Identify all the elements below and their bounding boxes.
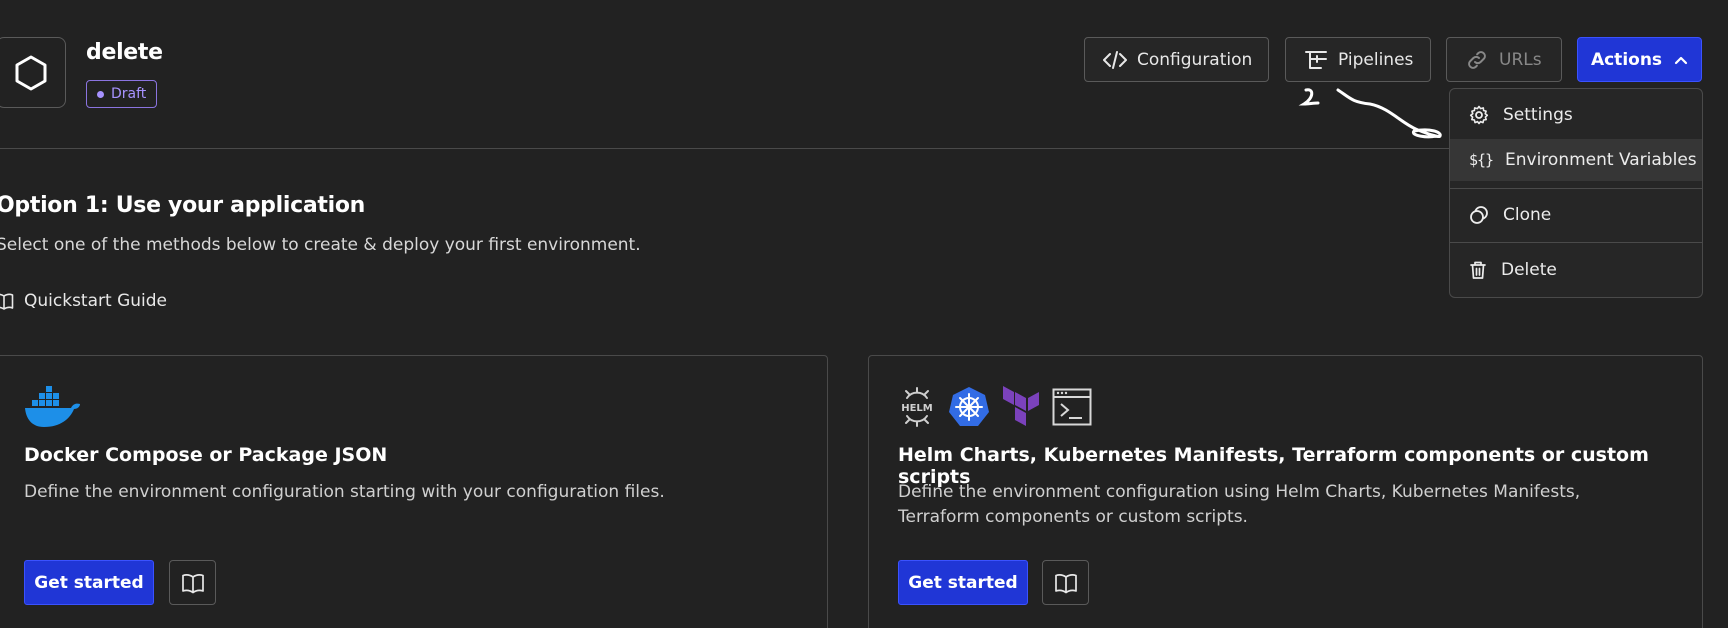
docs-button[interactable] <box>169 560 216 605</box>
helm-k8s-terraform-card: HELM Helm Charts, Kubernetes Manifests, … <box>868 355 1703 628</box>
docs-button[interactable] <box>1042 560 1089 605</box>
option-title: Option 1: Use your application <box>0 193 366 218</box>
helm-logo-text: HELM <box>901 403 933 414</box>
app-icon <box>0 37 66 108</box>
status-badge: Draft <box>86 80 158 108</box>
book-icon <box>0 293 14 310</box>
application-page: delete Draft Configuration Pipelines URL… <box>0 0 1728 628</box>
actions-button[interactable]: Actions <box>1577 37 1702 82</box>
quickstart-label: Quickstart Guide <box>24 291 167 311</box>
link-icon <box>1468 50 1486 69</box>
status-label: Draft <box>111 86 147 102</box>
menu-divider <box>1450 188 1702 189</box>
get-started-button[interactable]: Get started <box>24 560 154 605</box>
pipelines-button[interactable]: Pipelines <box>1285 37 1431 82</box>
menu-divider <box>1450 242 1702 243</box>
gear-icon <box>1469 105 1489 125</box>
docker-logo <box>25 386 80 427</box>
status-dot <box>97 90 104 98</box>
book-icon <box>1054 573 1077 593</box>
pipeline-icon <box>1305 50 1327 69</box>
pipelines-label: Pipelines <box>1338 49 1414 70</box>
chevron-up-icon <box>1674 56 1688 64</box>
app-title: delete <box>86 40 163 65</box>
clone-icon <box>1470 206 1488 224</box>
kubernetes-logo <box>949 387 989 426</box>
book-icon <box>181 573 204 593</box>
variables-icon: ${} <box>1469 151 1494 169</box>
option-subtitle: Select one of the methods below to creat… <box>0 235 641 255</box>
urls-button[interactable]: URLs <box>1446 37 1562 82</box>
annotation-scribble <box>1298 88 1442 139</box>
quickstart-guide-link[interactable]: Quickstart Guide <box>0 291 167 311</box>
card-title: Docker Compose or Package JSON <box>24 444 388 466</box>
hexagon-icon <box>15 55 47 90</box>
urls-label: URLs <box>1499 49 1542 70</box>
configuration-label: Configuration <box>1137 49 1253 70</box>
menu-item-delete[interactable]: Delete <box>1450 249 1702 291</box>
menu-item-label: Settings <box>1503 105 1573 125</box>
logo-row: HELM <box>898 386 1092 428</box>
trash-icon <box>1470 261 1486 279</box>
menu-item-label: Environment Variables <box>1505 150 1697 170</box>
terraform-logo <box>1003 386 1039 426</box>
menu-item-environment-variables[interactable]: ${} Environment Variables <box>1450 139 1702 181</box>
get-started-button[interactable]: Get started <box>898 560 1028 605</box>
card-description: Define the environment configuration usi… <box>898 482 1581 527</box>
menu-item-settings[interactable]: Settings <box>1450 94 1702 136</box>
code-icon <box>1103 50 1127 69</box>
actions-label: Actions <box>1590 49 1663 70</box>
docker-card: Docker Compose or Package JSON Define th… <box>0 355 828 628</box>
card-description: Define the environment configuration sta… <box>24 482 665 502</box>
actions-menu: Settings ${} Environment Variables Clone… <box>1449 88 1703 298</box>
menu-item-label: Delete <box>1501 260 1557 280</box>
menu-item-label: Clone <box>1503 205 1552 225</box>
menu-item-clone[interactable]: Clone <box>1450 194 1702 236</box>
helm-logo: HELM <box>901 387 933 427</box>
configuration-button[interactable]: Configuration <box>1084 37 1269 82</box>
terminal-logo <box>1052 388 1092 426</box>
